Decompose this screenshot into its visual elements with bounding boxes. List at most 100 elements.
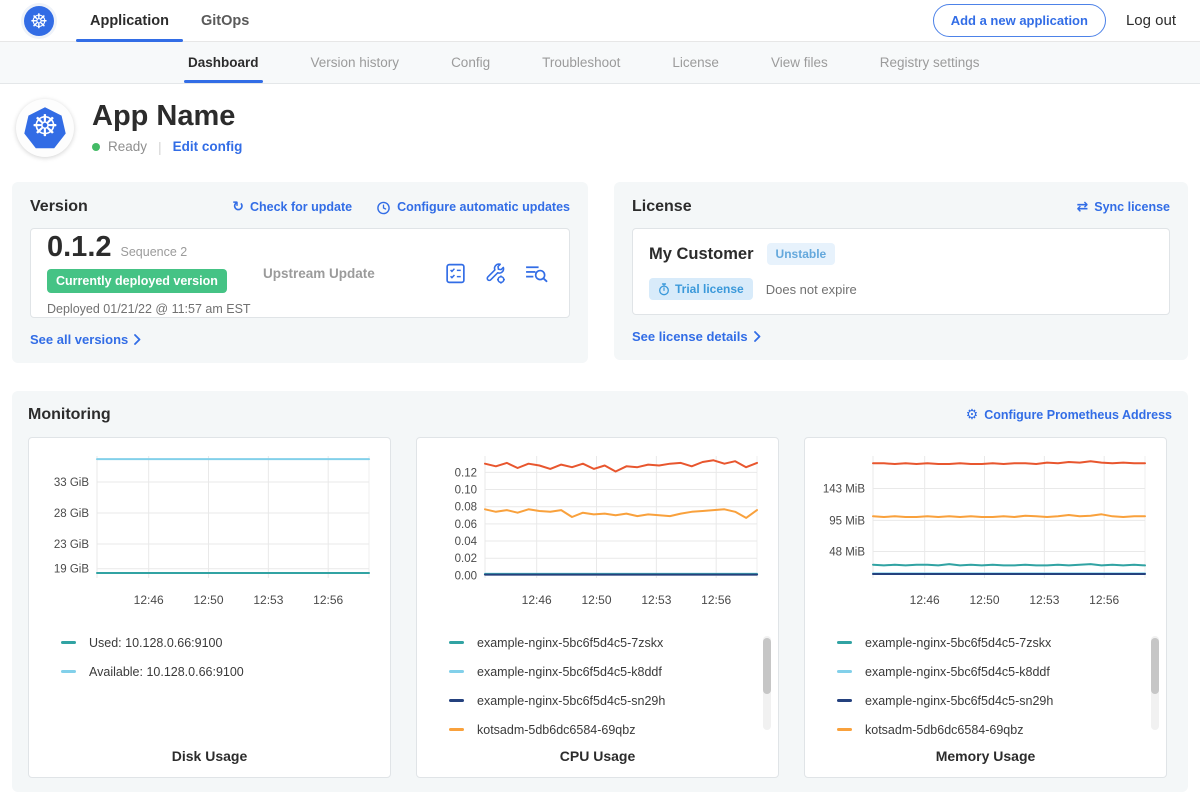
svg-text:12:53: 12:53 [641, 593, 671, 607]
monitoring-panel: Monitoring ⚙ Configure Prometheus Addres… [12, 391, 1188, 792]
svg-text:28 GiB: 28 GiB [54, 508, 89, 520]
legend-label: example-nginx-5bc6f5d4c5-k8ddf [865, 665, 1050, 679]
tab-config[interactable]: Config [451, 42, 490, 83]
svg-text:12:53: 12:53 [253, 593, 283, 607]
channel-badge: Unstable [767, 243, 836, 265]
status-divider: | [158, 139, 162, 155]
check-for-update-link[interactable]: ↻ Check for update [232, 200, 352, 214]
svg-text:12:50: 12:50 [582, 593, 612, 607]
see-all-versions-label: See all versions [30, 332, 128, 347]
refresh-icon: ↻ [232, 200, 244, 214]
see-all-versions-link[interactable]: See all versions [30, 332, 570, 347]
kubernetes-wheel-icon: ☸ [32, 112, 59, 142]
kubernetes-logo-icon: ☸ [24, 6, 54, 36]
tab-license[interactable]: License [672, 42, 719, 83]
ready-status-dot [92, 143, 100, 151]
tab-dashboard[interactable]: Dashboard [188, 42, 259, 83]
svg-text:19 GiB: 19 GiB [54, 564, 89, 576]
deploy-logs-icon[interactable] [524, 262, 549, 285]
legend-label: Available: 10.128.0.66:9100 [89, 665, 244, 679]
app-icon: ☸ [16, 99, 74, 157]
legend-item: example-nginx-5bc6f5d4c5-k8ddf [449, 657, 770, 686]
legend-label: Used: 10.128.0.66:9100 [89, 636, 222, 650]
legend-item: example-nginx-5bc6f5d4c5-7zskx [449, 628, 770, 657]
legend-label: kotsadm-5db6dc6584-69qbz [865, 723, 1023, 737]
legend-color-dash [449, 699, 464, 702]
tab-view-files[interactable]: View files [771, 42, 828, 83]
legend-scrollbar-thumb[interactable] [1151, 638, 1159, 694]
charts-row: 12:4612:5012:5312:5633 GiB28 GiB23 GiB19… [28, 437, 1172, 778]
top-tab-gitops[interactable]: GitOps [199, 0, 251, 42]
page-title: App Name [92, 101, 242, 131]
tab-registry-settings[interactable]: Registry settings [880, 42, 980, 83]
add-new-application-button[interactable]: Add a new application [933, 4, 1106, 37]
memory-usage-legend: example-nginx-5bc6f5d4c5-7zskxexample-ng… [837, 628, 1158, 744]
version-number: 0.1.2 [47, 231, 112, 264]
legend-color-dash [61, 670, 76, 673]
configure-prometheus-label: Configure Prometheus Address [984, 408, 1172, 422]
cpu-usage-legend: example-nginx-5bc6f5d4c5-7zskx example-ng… [449, 628, 770, 744]
app-sub-nav: Dashboard Version history Config Troublesho… [0, 42, 1200, 84]
tab-troubleshoot[interactable]: Troubleshoot [542, 42, 620, 83]
legend-color-dash [449, 728, 464, 731]
monitoring-title: Monitoring [28, 406, 111, 424]
legend-color-dash [837, 641, 852, 644]
legend-label: example-nginx-5bc6f5d4c5-7zskx [477, 636, 663, 650]
trial-license-badge: Trial license [649, 278, 753, 300]
preflight-checks-icon[interactable] [444, 262, 467, 285]
memory-usage-chart-title: Memory Usage [813, 748, 1158, 764]
legend-item: example-nginx-5bc6f5d4c5-sn29h [449, 686, 770, 715]
update-type-label: Upstream Update [263, 266, 444, 281]
current-version-card: 0.1.2 Sequence 2 Currently deployed vers… [30, 228, 570, 318]
check-for-update-label: Check for update [250, 200, 352, 214]
svg-text:0.04: 0.04 [455, 536, 478, 548]
legend-scrollbar-track[interactable] [1151, 636, 1159, 730]
edit-config-link[interactable]: Edit config [173, 139, 243, 154]
cpu-usage-chart-card: 12:4612:5012:5312:560.120.100.080.060.04… [416, 437, 779, 778]
license-panel: License ⇄ Sync license My Customer Unsta… [614, 182, 1188, 360]
log-out-link[interactable]: Log out [1126, 12, 1176, 29]
customer-name: My Customer [649, 245, 754, 264]
legend-item: Available: 10.128.0.66:9100 [61, 657, 382, 686]
svg-text:143 MiB: 143 MiB [823, 483, 866, 495]
memory-usage-plot: 12:4612:5012:5312:56143 MiB95 MiB48 MiB [813, 446, 1157, 612]
currently-deployed-badge: Currently deployed version [47, 269, 227, 293]
top-tab-application[interactable]: Application [88, 0, 171, 42]
legend-color-dash [449, 641, 464, 644]
svg-text:12:50: 12:50 [194, 593, 224, 607]
legend-scrollbar-track[interactable] [763, 636, 771, 730]
svg-text:12:56: 12:56 [1089, 593, 1119, 607]
legend-label: example-nginx-5bc6f5d4c5-sn29h [477, 694, 665, 708]
legend-scrollbar-thumb[interactable] [763, 638, 771, 694]
configure-automatic-updates-link[interactable]: Configure automatic updates [376, 200, 570, 215]
svg-text:33 GiB: 33 GiB [54, 477, 89, 489]
disk-usage-chart-title: Disk Usage [37, 748, 382, 764]
legend-item: example-nginx-5bc6f5d4c5-sn29h [837, 686, 1158, 715]
configure-prometheus-link[interactable]: ⚙ Configure Prometheus Address [966, 408, 1172, 422]
config-files-icon[interactable] [484, 262, 507, 285]
disk-usage-plot: 12:4612:5012:5312:5633 GiB28 GiB23 GiB19… [37, 446, 381, 612]
legend-item: Used: 10.128.0.66:9100 [61, 628, 382, 657]
deployed-timestamp: Deployed 01/21/22 @ 11:57 am EST [47, 302, 263, 316]
tab-version-history[interactable]: Version history [311, 42, 400, 83]
legend-color-dash [837, 670, 852, 673]
svg-text:0.10: 0.10 [455, 485, 477, 497]
legend-color-dash [837, 699, 852, 702]
sync-license-link[interactable]: ⇄ Sync license [1077, 200, 1170, 214]
license-panel-title: License [632, 198, 692, 216]
version-panel-title: Version [30, 198, 88, 216]
disk-usage-chart-card: 12:4612:5012:5312:5633 GiB28 GiB23 GiB19… [28, 437, 391, 778]
schedule-clock-icon [376, 200, 391, 215]
sequence-label: Sequence 2 [121, 245, 188, 259]
see-license-details-link[interactable]: See license details [632, 329, 1170, 344]
svg-text:0.00: 0.00 [455, 570, 477, 582]
stopwatch-icon [658, 283, 670, 296]
top-nav-tabs: Application GitOps [88, 0, 251, 42]
svg-text:12:46: 12:46 [910, 593, 940, 607]
cpu-usage-plot: 12:4612:5012:5312:560.120.100.080.060.04… [425, 446, 769, 612]
trial-license-label: Trial license [675, 282, 744, 296]
sync-license-label: Sync license [1094, 200, 1170, 214]
svg-text:0.12: 0.12 [455, 467, 477, 479]
app-header: ☸ App Name Ready | Edit config [0, 84, 1200, 170]
disk-usage-legend: Used: 10.128.0.66:9100 Available: 10.128.… [61, 628, 382, 686]
